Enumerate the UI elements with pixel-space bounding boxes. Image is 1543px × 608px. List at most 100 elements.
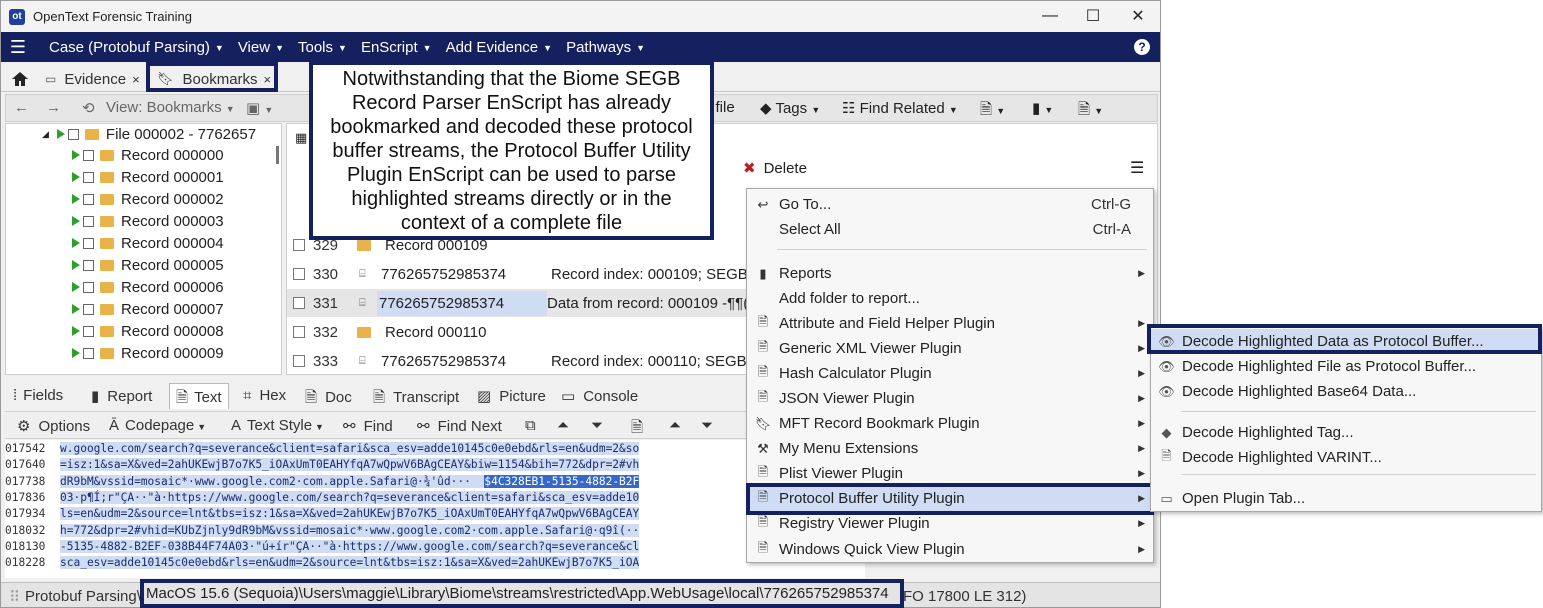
layout-icon[interactable]: ▣ ▼ [246, 99, 273, 117]
tree-record[interactable]: Record 000009 [72, 342, 224, 364]
close-button[interactable]: ✕ [1115, 4, 1160, 28]
select-toggle-icon[interactable] [72, 150, 80, 160]
forward-icon[interactable]: → [46, 99, 61, 116]
tab-console[interactable]: ▭ Console [561, 387, 638, 405]
context-menu-item[interactable]: ↩ Go To... Ctrl-G [747, 192, 1153, 217]
text-view[interactable]: 017542 w.google.com/search?q=severance&cl… [5, 440, 865, 578]
book-tool-icon[interactable]: ▮ ▼ [1032, 99, 1053, 117]
menu-add-evidence[interactable]: Add Evidence ▼ [446, 39, 553, 56]
submenu-item[interactable]: 👁︎ Decode Highlighted Base64 Data... [1151, 379, 1541, 404]
submenu-item[interactable]: ▭ Open Plugin Tab... [1151, 486, 1541, 511]
minimize-button[interactable]: — [1027, 4, 1073, 28]
tree-record[interactable]: Record 000002 [72, 188, 224, 210]
tree-checkbox[interactable] [83, 171, 94, 183]
select-toggle-icon[interactable] [72, 238, 80, 248]
tab-fields[interactable]: ⁞ Fields [13, 387, 63, 404]
options-button[interactable]: ⚙ Options [17, 417, 90, 435]
bookmark-up-icon[interactable]: ⏶ [669, 417, 681, 434]
row-checkbox[interactable] [293, 355, 305, 367]
tree-record[interactable]: Record 000007 [72, 298, 224, 320]
back-icon[interactable]: ← [14, 99, 29, 116]
table-menu-icon[interactable]: ☰ [1130, 158, 1144, 178]
tab-doc[interactable]: 🗎︎ Doc [305, 387, 352, 412]
tree-checkbox[interactable] [83, 325, 94, 337]
select-toggle-icon[interactable] [56, 129, 65, 139]
context-menu-item[interactable]: 🗎︎ Attribute and Field Helper Plugin ▶ [747, 311, 1153, 336]
select-toggle-icon[interactable] [72, 172, 80, 182]
codepage-dropdown[interactable]: Ā Codepage ▼ [109, 417, 206, 434]
row-checkbox[interactable] [293, 297, 305, 309]
tab-transcript[interactable]: 🗎︎ Transcript [373, 387, 459, 412]
tab-evidence[interactable]: ▭ Evidence × [45, 67, 140, 91]
context-menu-item[interactable]: ⚒ My Menu Extensions ▶ [747, 436, 1153, 461]
menu-case[interactable]: Case (Protobuf Parsing) ▼ [49, 39, 224, 56]
context-menu-item[interactable]: ▮ Reports ▶ [747, 261, 1153, 286]
expand-icon[interactable]: ◢ [42, 129, 49, 140]
select-toggle-icon[interactable] [72, 260, 80, 270]
submenu-item[interactable]: ◆ Decode Highlighted Tag... [1151, 420, 1541, 445]
tags-dropdown[interactable]: ◆ Tags ▼ [760, 99, 820, 117]
tree-record[interactable]: Record 000004 [72, 232, 224, 254]
tree-checkbox[interactable] [83, 215, 94, 227]
tree-checkbox[interactable] [83, 237, 94, 249]
context-menu-item[interactable]: Select All Ctrl-A [747, 217, 1153, 242]
menu-pathways[interactable]: Pathways ▼ [566, 39, 645, 56]
row-checkbox[interactable] [293, 268, 305, 280]
submenu-item[interactable]: 🗎︎ Decode Highlighted VARINT... [1151, 445, 1541, 470]
tab-hex[interactable]: ⌗ Hex [243, 387, 286, 404]
close-tab-icon[interactable]: × [132, 72, 140, 87]
select-toggle-icon[interactable] [72, 194, 80, 204]
text-style-dropdown[interactable]: A Text Style ▼ [231, 417, 324, 434]
tree-checkbox[interactable] [83, 347, 94, 359]
tab-report[interactable]: ▮ Report [91, 387, 152, 405]
find-related-dropdown[interactable]: ☷ Find Related ▼ [842, 99, 958, 117]
context-menu-item[interactable]: 🗎︎ Hash Calculator Plugin ▶ [747, 361, 1153, 386]
tree-record[interactable]: Record 000008 [72, 320, 224, 342]
tree-record[interactable]: Record 000000 [72, 144, 224, 166]
select-toggle-icon[interactable] [72, 216, 80, 226]
tree-checkbox[interactable] [83, 303, 94, 315]
select-toggle-icon[interactable] [72, 282, 80, 292]
submenu-item[interactable]: 👁︎ Decode Highlighted File as Protocol Bu… [1151, 354, 1541, 379]
select-toggle-icon[interactable] [72, 304, 80, 314]
select-toggle-icon[interactable] [72, 326, 80, 336]
context-menu-item[interactable]: 🔖︎ MFT Record Bookmark Plugin ▶ [747, 411, 1153, 436]
row-checkbox[interactable] [293, 239, 305, 251]
delete-button[interactable]: ✖ Delete [743, 159, 807, 177]
tree-checkbox[interactable] [83, 149, 94, 161]
tree-record[interactable]: Record 000003 [72, 210, 224, 232]
doc-tool-icon[interactable]: 🗎︎ ▼ [980, 99, 1005, 124]
tree-checkbox[interactable] [83, 193, 94, 205]
menu-view[interactable]: View ▼ [238, 39, 284, 56]
find-next-button[interactable]: ⚯ Find Next [417, 417, 502, 435]
maximize-button[interactable]: ☐ [1070, 4, 1116, 28]
tree-record[interactable]: Record 000001 [72, 166, 224, 188]
prev-hit-icon[interactable]: ⏶ [557, 417, 569, 434]
export-tool-icon[interactable]: 🗎︎ ▼ [1078, 99, 1103, 124]
tree-record[interactable]: Record 000006 [72, 276, 224, 298]
row-checkbox[interactable] [293, 326, 305, 338]
table-grid-icon[interactable]: ▦ [295, 130, 307, 146]
tree-checkbox[interactable] [83, 281, 94, 293]
context-menu-item[interactable]: 🗎︎ JSON Viewer Plugin ▶ [747, 386, 1153, 411]
tree-root[interactable]: ◢ File 000002 - 7762657 [42, 124, 256, 145]
tree-scrollbar[interactable] [276, 146, 279, 164]
menu-tools[interactable]: Tools ▼ [298, 39, 347, 56]
page-icon[interactable]: 🗎︎ [631, 417, 643, 442]
menu-enscript[interactable]: EnScript ▼ [361, 39, 432, 56]
tab-text[interactable]: 🗎︎ Text [169, 383, 229, 409]
history-icon[interactable]: ⟲ [82, 99, 95, 117]
select-toggle-icon[interactable] [72, 348, 80, 358]
tree-checkbox[interactable] [83, 259, 94, 271]
help-icon[interactable]: ? [1134, 39, 1150, 55]
copy-icon[interactable]: ⧉ [525, 417, 536, 434]
find-button[interactable]: ⚯ Find [343, 417, 393, 435]
context-menu-item[interactable]: 🗎︎ Windows Quick View Plugin ▶ [747, 537, 1153, 562]
context-menu-item[interactable]: 🗎︎ Generic XML Viewer Plugin ▶ [747, 336, 1153, 361]
next-hit-icon[interactable]: ⏷ [591, 417, 603, 434]
hamburger-icon[interactable]: ☰ [1, 37, 35, 58]
tree-record[interactable]: Record 000005 [72, 254, 224, 276]
home-icon[interactable] [11, 67, 29, 91]
context-menu-item[interactable]: Add folder to report... [747, 286, 1153, 311]
view-dropdown[interactable]: View: Bookmarks ▼ [106, 99, 235, 116]
